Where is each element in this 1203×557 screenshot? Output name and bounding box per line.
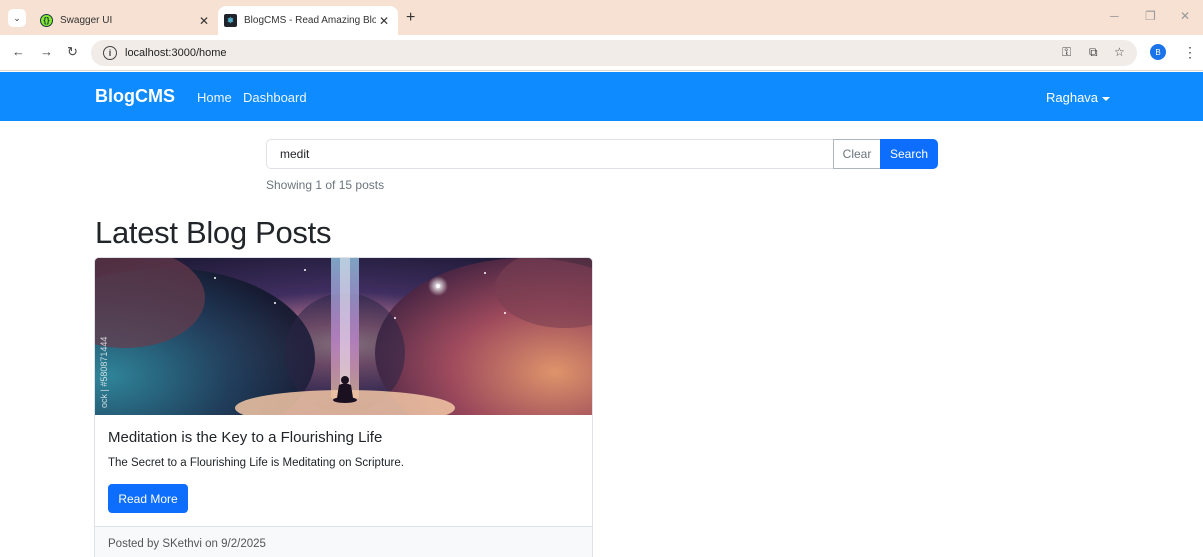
read-more-button[interactable]: Read More (108, 484, 188, 513)
search-result-count: Showing 1 of 15 posts (266, 178, 385, 192)
tab-title: BlogCMS - Read Amazing Blog (244, 15, 376, 26)
browser-tab-swagger[interactable]: {} Swagger UI ✕ (34, 6, 218, 35)
search-button[interactable]: Search (880, 139, 938, 169)
nav-link-home[interactable]: Home (197, 90, 232, 105)
address-bar[interactable]: i localhost:3000/home (91, 40, 1137, 66)
app-navbar: BlogCMS Home Dashboard Raghava (0, 72, 1203, 121)
restore-icon[interactable]: ❐ (1145, 9, 1156, 23)
post-meta: Posted by SKethvi on 9/2/2025 (108, 538, 266, 550)
post-excerpt: The Secret to a Flourishing Life is Medi… (108, 457, 404, 469)
close-icon[interactable]: ✕ (196, 14, 212, 28)
user-menu-dropdown[interactable]: Raghava (1046, 90, 1111, 105)
caret-down-icon (1102, 96, 1111, 101)
new-tab-button[interactable]: + (406, 9, 415, 27)
browser-toolbar: ← → ↻ i localhost:3000/home ⚿ ⧉ ☆ (0, 35, 1203, 71)
install-app-icon[interactable]: ⧉ (1089, 45, 1098, 60)
browser-tab-bar: ⌄ {} Swagger UI ✕ ⚛ BlogCMS - Read Amazi… (0, 0, 1203, 35)
tab-title: Swagger UI (60, 15, 113, 26)
tab-search-button[interactable]: ⌄ (8, 9, 26, 27)
forward-icon[interactable]: → (40, 44, 53, 59)
site-info-icon[interactable]: i (103, 46, 117, 60)
post-cover-image: ock | #580871444 (95, 258, 592, 415)
bookmark-star-icon[interactable]: ☆ (1114, 45, 1125, 59)
post-footer: Posted by SKethvi on 9/2/2025 (95, 526, 592, 557)
swagger-icon: {} (40, 14, 53, 27)
profile-avatar[interactable]: B (1150, 44, 1166, 60)
back-icon[interactable]: ← (12, 44, 25, 59)
react-icon: ⚛ (224, 14, 237, 27)
brand-logo[interactable]: BlogCMS (95, 86, 175, 107)
nav-link-dashboard[interactable]: Dashboard (243, 90, 307, 105)
minimize-icon[interactable]: ─ (1110, 9, 1119, 23)
browser-tab-blogcms[interactable]: ⚛ BlogCMS - Read Amazing Blog ✕ (218, 6, 398, 35)
reload-icon[interactable]: ↻ (67, 44, 78, 60)
user-name: Raghava (1046, 90, 1099, 105)
image-watermark: ock | #580871444 (99, 337, 109, 408)
password-key-icon[interactable]: ⚿ (1062, 45, 1071, 60)
search-input[interactable] (266, 139, 834, 169)
post-title[interactable]: Meditation is the Key to a Flourishing L… (108, 429, 382, 446)
post-card: ock | #580871444 Meditation is the Key t… (94, 257, 593, 557)
more-menu-icon[interactable]: ⋮ (1183, 44, 1197, 61)
window-close-icon[interactable]: ✕ (1180, 9, 1190, 23)
clear-button[interactable]: Clear (833, 139, 881, 169)
page-title: Latest Blog Posts (95, 215, 332, 250)
close-icon[interactable]: ✕ (376, 14, 392, 28)
url-text: localhost:3000/home (125, 47, 227, 59)
